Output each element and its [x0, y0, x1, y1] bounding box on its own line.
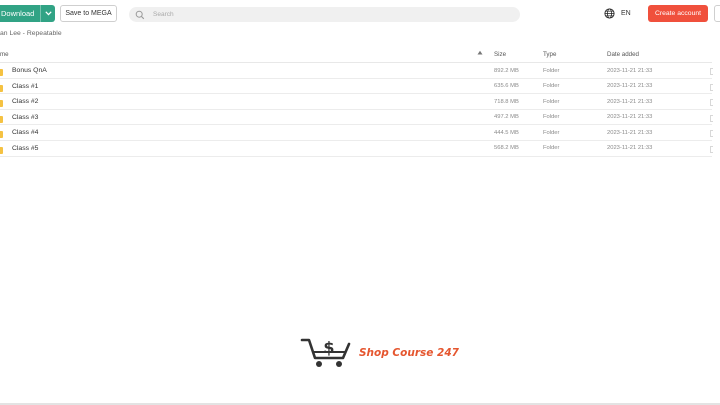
- row-date: 2023-11-21 21:33: [607, 67, 653, 74]
- folder-icon: [0, 131, 3, 139]
- folder-icon: [0, 69, 3, 76]
- row-size: 568.2 MB: [494, 145, 519, 152]
- table-row[interactable]: Class #4 444.5 MB Folder 2023-11-21 21:3…: [0, 125, 713, 141]
- row-action[interactable]: [710, 83, 713, 91]
- watermark-text: Shop Course 247: [359, 347, 459, 359]
- watermark-logo: $ Shop Course 247: [300, 336, 459, 370]
- table-row[interactable]: Class #1 635.6 MB Folder 2023-11-21 21:3…: [0, 79, 713, 95]
- globe-icon: [604, 8, 615, 19]
- cart-dollar-icon: $: [300, 338, 351, 367]
- create-account-label: Create account: [654, 10, 702, 17]
- folder-icon: [0, 115, 3, 123]
- sort-up-icon[interactable]: [477, 50, 483, 57]
- row-name: Class #2: [12, 98, 39, 106]
- table-row[interactable]: Class #2 718.8 MB Folder 2023-11-21 21:3…: [0, 94, 713, 110]
- search-icon: [135, 10, 145, 20]
- row-type: Folder: [543, 67, 560, 74]
- file-table: me Size Type Date added Bonus QnA 892.2 …: [0, 46, 713, 157]
- row-date: 2023-11-21 21:33: [607, 114, 653, 121]
- row-name: Class #5: [12, 144, 39, 152]
- row-action[interactable]: [710, 145, 713, 153]
- row-date: 2023-11-21 21:33: [607, 145, 653, 152]
- row-type: Folder: [543, 98, 560, 105]
- chevron-down-icon[interactable]: [41, 11, 55, 16]
- table-header: me Size Type Date added: [0, 46, 712, 63]
- save-to-mega-button[interactable]: Save to MEGA: [60, 5, 117, 22]
- row-name: Bonus QnA: [12, 67, 47, 74]
- row-size: 718.8 MB: [494, 98, 519, 105]
- row-type: Folder: [543, 129, 560, 136]
- row-size: 444.5 MB: [494, 129, 519, 136]
- row-type: Folder: [543, 114, 560, 121]
- save-label: Save to MEGA: [65, 10, 112, 17]
- language-label: EN: [621, 10, 631, 17]
- header-type[interactable]: Type: [543, 51, 556, 58]
- folder-icon: [0, 146, 3, 154]
- table-row[interactable]: Class #3 497.2 MB Folder 2023-11-21 21:3…: [0, 110, 713, 126]
- breadcrumb: an Lee - Repeatable: [0, 30, 62, 37]
- row-action[interactable]: [710, 68, 713, 75]
- row-action[interactable]: [710, 99, 713, 107]
- header-name[interactable]: me: [0, 51, 9, 58]
- header-date-added[interactable]: Date added: [607, 51, 639, 58]
- row-name: Class #3: [12, 113, 39, 121]
- row-action[interactable]: [710, 130, 713, 138]
- row-action[interactable]: [710, 114, 713, 122]
- row-size: 635.6 MB: [494, 83, 519, 90]
- download-button[interactable]: Download: [0, 5, 55, 22]
- svg-text:$: $: [323, 338, 334, 357]
- folder-icon: [0, 100, 3, 108]
- table-row[interactable]: Bonus QnA 892.2 MB Folder 2023-11-21 21:…: [0, 63, 713, 79]
- search-placeholder: Search: [153, 11, 174, 18]
- row-name: Class #1: [12, 82, 39, 90]
- row-date: 2023-11-21 21:33: [607, 83, 653, 90]
- folder-icon: [0, 84, 3, 92]
- language-selector[interactable]: EN: [604, 8, 631, 19]
- row-size: 892.2 MB: [494, 67, 519, 74]
- row-type: Folder: [543, 83, 560, 90]
- table-row[interactable]: Class #5 568.2 MB Folder 2023-11-21 21:3…: [0, 141, 713, 157]
- row-name: Class #4: [12, 129, 39, 137]
- row-type: Folder: [543, 145, 560, 152]
- create-account-button[interactable]: Create account: [648, 5, 708, 22]
- row-size: 497.2 MB: [494, 114, 519, 121]
- row-date: 2023-11-21 21:33: [607, 98, 653, 105]
- header-size[interactable]: Size: [494, 51, 506, 58]
- download-label: Download: [1, 9, 35, 18]
- row-date: 2023-11-21 21:33: [607, 129, 653, 136]
- menu-button[interactable]: [714, 5, 720, 22]
- search-input[interactable]: Search: [129, 7, 520, 22]
